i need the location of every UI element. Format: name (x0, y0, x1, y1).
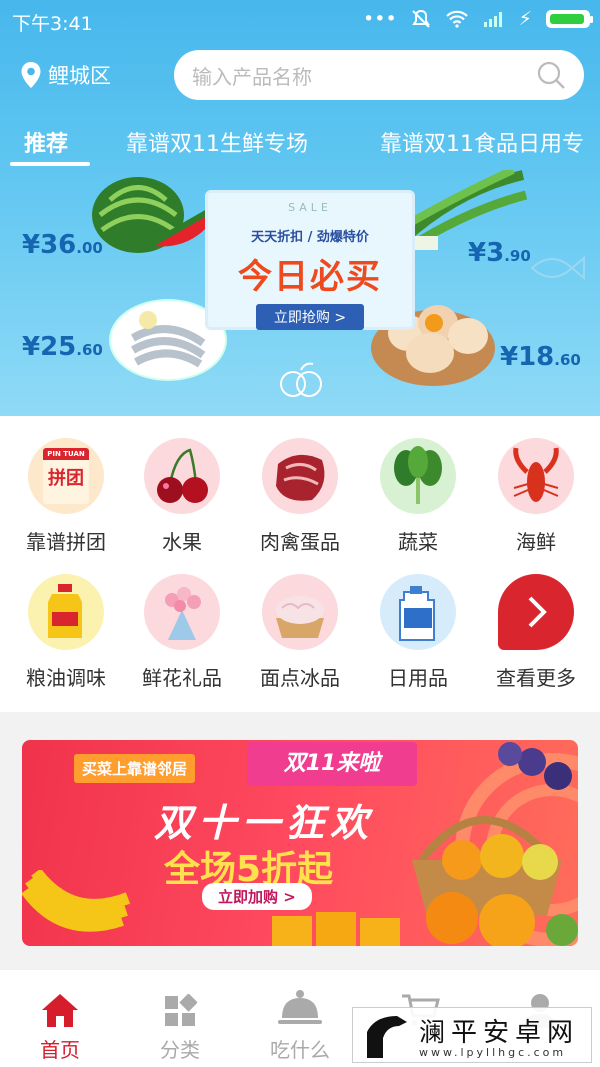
category-label: 粮油调味 (26, 666, 106, 690)
tab-home[interactable]: 首页 (10, 988, 110, 1063)
category-vegetable[interactable]: 蔬菜 (358, 438, 478, 555)
tab-food-daily-special[interactable]: 靠谱双11食品日用专 (380, 126, 584, 158)
category-label: 蔬菜 (398, 530, 438, 554)
charging-icon: ⚡ (518, 8, 532, 30)
promo-badge: 双11来啦 (247, 742, 417, 786)
status-icons: ••• ⚡ (363, 8, 593, 30)
site-watermark: 澜平安卓网 www.lpyllhgc.com (352, 1007, 592, 1063)
category-label: 水果 (162, 530, 202, 554)
category-flower-gift[interactable]: 鲜花礼品 (122, 574, 242, 691)
horse-logo-icon (367, 1016, 407, 1058)
category-label: 查看更多 (496, 666, 576, 690)
tab-label: 分类 (160, 1038, 200, 1062)
signal-icon (483, 12, 502, 27)
price-cents: .00 (76, 239, 103, 257)
meat-icon (262, 438, 338, 514)
cherry-icon (144, 438, 220, 514)
category-meat-eggs[interactable]: 肉禽蛋品 (240, 438, 360, 555)
category-label: 面点冰品 (260, 666, 340, 690)
mango-image (272, 912, 400, 946)
category-label: 肉禽蛋品 (260, 530, 340, 554)
search-input[interactable]: 输入产品名称 (174, 50, 584, 100)
watermark-url: www.lpyllhgc.com (419, 1046, 567, 1059)
category-label: 日用品 (388, 666, 448, 690)
category-daily-goods[interactable]: 日用品 (358, 574, 478, 691)
category-label: 海鲜 (516, 530, 556, 554)
tab-fresh-special[interactable]: 靠谱双11生鲜专场 (126, 126, 308, 158)
hero-header: 下午3:41 ••• ⚡ 鲤城区 输入产品名称 推荐 靠谱双11生鲜专场 靠谱双… (0, 0, 600, 416)
tab-label: 吃什么 (270, 1038, 330, 1062)
fruit-outline-icon (280, 362, 322, 397)
category-fruit[interactable]: 水果 (122, 438, 242, 555)
mute-bell-icon (411, 9, 430, 28)
price-cents: .90 (504, 247, 531, 265)
category-label: 鲜花礼品 (142, 666, 222, 690)
location-label: 鲤城区 (48, 64, 111, 88)
battery-icon (546, 10, 593, 28)
price-cents: .60 (554, 351, 581, 369)
category-grid-icon (165, 994, 197, 1026)
chevron-right-icon (498, 574, 574, 650)
wifi-icon (445, 10, 468, 28)
more-dots-icon: ••• (363, 8, 397, 30)
food-cloche-icon (278, 990, 322, 1024)
price-value: ¥3 (468, 238, 505, 268)
category-tabs: 推荐 靠谱双11生鲜专场 靠谱双11食品日用专 (0, 118, 600, 170)
category-grain-oil[interactable]: 粮油调味 (6, 574, 126, 691)
group-buy-icon: PIN TUAN 拼团 (28, 438, 104, 514)
lobster-icon (498, 438, 574, 514)
price-value: ¥25 (22, 332, 77, 362)
dumpling-icon (262, 574, 338, 650)
group-buy-icon-caption: PIN TUAN (47, 450, 85, 458)
active-tab-indicator (10, 162, 90, 166)
banana-image (22, 870, 131, 932)
detergent-icon (380, 574, 456, 650)
status-time: 下午3:41 (12, 13, 93, 35)
banner-subtitle: 天天折扣 / 劲爆特价 (251, 230, 369, 245)
price-tag-eggs: ¥18.60 (500, 342, 581, 372)
status-bar: 下午3:41 ••• ⚡ (0, 0, 600, 40)
tab-category[interactable]: 分类 (130, 988, 230, 1063)
price-cents: .60 (76, 341, 103, 359)
location-pin-icon (21, 62, 41, 88)
home-icon (42, 994, 78, 1027)
vegetable-icon (380, 438, 456, 514)
today-must-buy-sign[interactable]: SALE 天天折扣 / 劲爆特价 今日必买 立即抢购 > (205, 190, 415, 330)
category-grid: PIN TUAN 拼团 靠谱拼团 水果 肉禽蛋品 蔬菜 海鲜 粮油调味 鲜花礼品… (0, 416, 600, 712)
sale-label: SALE (288, 201, 332, 214)
tab-label: 首页 (40, 1038, 80, 1062)
promo-title: 双十一狂欢 (154, 801, 375, 845)
grab-now-button[interactable]: 立即抢购 > (255, 304, 365, 330)
price-value: ¥36 (22, 230, 77, 260)
oil-icon (28, 574, 104, 650)
category-seafood[interactable]: 海鲜 (476, 438, 596, 555)
fish-icon (530, 255, 585, 281)
flower-icon (144, 574, 220, 650)
group-buy-icon-text: 拼团 (48, 468, 84, 489)
category-label: 靠谱拼团 (26, 530, 106, 554)
add-to-cart-now-button[interactable]: 立即加购 > (202, 883, 312, 910)
price-tag-watermelon: ¥36.00 (22, 230, 103, 260)
banner-headline: 今日必买 (238, 257, 382, 297)
category-view-more[interactable]: 查看更多 (476, 574, 596, 691)
price-tag-greens: ¥3.90 (468, 238, 531, 268)
price-value: ¥18 (500, 342, 555, 372)
category-group-buy[interactable]: PIN TUAN 拼团 靠谱拼团 (6, 438, 126, 555)
category-pastry-frozen[interactable]: 面点冰品 (240, 574, 360, 691)
search-icon[interactable] (536, 60, 566, 90)
tab-recommend[interactable]: 推荐 (24, 126, 68, 158)
search-placeholder: 输入产品名称 (192, 64, 312, 89)
watermark-name: 澜平安卓网 (419, 1018, 580, 1048)
promo-tagline: 买菜上靠谱邻居 (74, 754, 196, 783)
tab-what-to-eat[interactable]: 吃什么 (250, 988, 350, 1063)
double-eleven-promo-banner[interactable]: 买菜上靠谱邻居 双11来啦 双十一狂欢 全场5折起 立即加购 > (22, 740, 578, 946)
location-selector[interactable]: 鲤城区 (20, 60, 111, 90)
price-tag-shrimp: ¥25.60 (22, 332, 103, 362)
